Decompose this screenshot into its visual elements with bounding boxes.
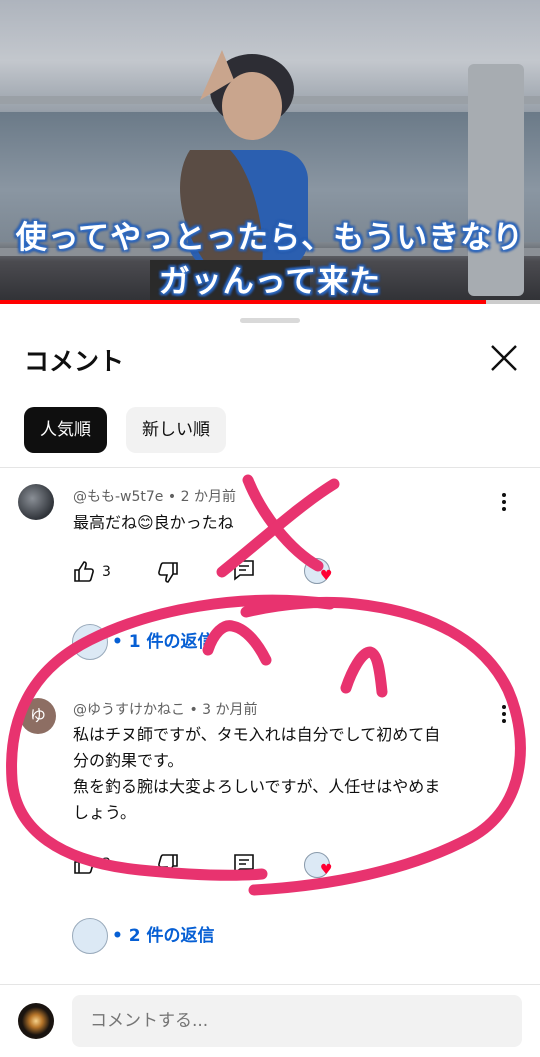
dislike-icon[interactable] xyxy=(156,560,180,584)
close-icon[interactable] xyxy=(488,342,520,374)
like-count: 3 xyxy=(102,856,111,872)
comment-text-line: 分の釣果です。 xyxy=(73,751,184,770)
creator-heart-icon: ♥ xyxy=(320,568,333,584)
video-caption-line2: ガッんって来た xyxy=(158,264,382,300)
like-count: 3 xyxy=(102,564,111,580)
replies-count[interactable]: 2 件の返信 xyxy=(129,926,215,946)
chip-popular[interactable]: 人気順 xyxy=(24,407,107,453)
creator-reply-avatar xyxy=(72,918,108,954)
compose-bar xyxy=(0,985,540,1057)
comment-input[interactable] xyxy=(72,995,522,1047)
video-caption-line1: 使ってやっとったら、もういきなり xyxy=(15,220,525,256)
user-avatar xyxy=(18,1003,54,1039)
chip-newest[interactable]: 新しい順 xyxy=(126,407,226,453)
comment-time: 2 か月前 xyxy=(180,489,236,505)
more-options-icon[interactable] xyxy=(496,704,512,724)
chips-divider xyxy=(0,467,540,468)
comment-text: 最高だね😊良かったね xyxy=(73,513,234,532)
comment-meta: @ゆうすけかねこ • 3 か月前 xyxy=(73,702,258,718)
sheet-title: コメント xyxy=(24,347,125,376)
replies-count[interactable]: 1 件の返信 xyxy=(129,632,215,652)
avatar[interactable] xyxy=(18,484,54,520)
replies-link[interactable]: • 1 件の返信 xyxy=(112,624,215,660)
creator-reply-avatar xyxy=(72,624,108,660)
comment-text-line: しょう。 xyxy=(73,803,137,822)
like-icon[interactable] xyxy=(72,852,96,876)
like-icon[interactable] xyxy=(72,560,96,584)
replies-link[interactable]: • 2 件の返信 xyxy=(112,918,215,954)
dislike-icon[interactable] xyxy=(156,852,180,876)
video-player[interactable]: 使ってやっとったら、もういきなり ガッんって来た xyxy=(0,0,540,304)
comment-author[interactable]: @ゆうすけかねこ xyxy=(73,702,185,718)
reply-icon[interactable] xyxy=(232,558,256,582)
comment-time: 3 か月前 xyxy=(202,702,258,718)
avatar[interactable]: ゆ xyxy=(20,698,56,734)
comment-meta: @もも-w5t7e • 2 か月前 xyxy=(73,489,236,505)
drag-handle[interactable] xyxy=(240,318,300,323)
creator-heart-icon: ♥ xyxy=(320,862,333,878)
comment-author[interactable]: @もも-w5t7e xyxy=(73,489,163,505)
more-options-icon[interactable] xyxy=(496,492,512,512)
comment-text: 私はチヌ師ですが、タモ入れは自分でして初めて自 分の釣果です。 魚を釣る腕は大変… xyxy=(73,722,513,826)
reply-icon[interactable] xyxy=(232,852,256,876)
comment-text-line: 魚を釣る腕は大変よろしいですが、人任せはやめま xyxy=(73,777,441,796)
comment-text-line: 私はチヌ師ですが、タモ入れは自分でして初めて自 xyxy=(73,725,441,744)
